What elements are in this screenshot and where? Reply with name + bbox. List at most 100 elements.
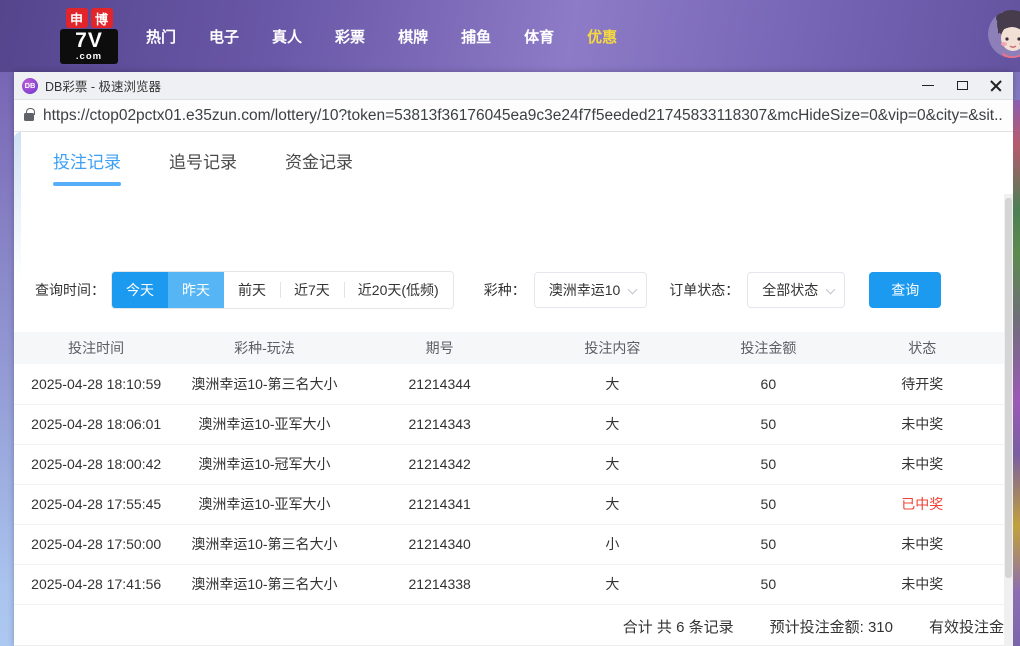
nav-item-fishing[interactable]: 捕鱼 — [461, 26, 491, 47]
cell-issue: 21214344 — [350, 364, 529, 405]
cell-status: 未中奖 — [840, 444, 1004, 485]
cell-issue: 21214342 — [350, 444, 529, 485]
query-button[interactable]: 查询 — [869, 272, 942, 308]
tab-chase-records[interactable]: 追号记录 — [164, 148, 242, 186]
nav-item-live[interactable]: 真人 — [272, 26, 302, 47]
logo-square-right: 博 — [90, 8, 113, 28]
cell-content: 大 — [528, 564, 697, 605]
vertical-scrollbar[interactable] — [1004, 194, 1013, 646]
cell-play: 澳洲幸运10-亚军大小 — [178, 404, 351, 445]
cell-time: 2025-04-28 17:41:56 — [14, 564, 179, 605]
cell-time: 2025-04-28 18:10:59 — [14, 364, 179, 405]
filter-row: 查询时间： 今天 昨天 前天 近7天 近20天(低频) 彩种： 澳洲幸运10 订… — [14, 270, 1013, 310]
cell-play: 澳洲幸运10-第三名大小 — [178, 524, 351, 565]
nav-item-cards[interactable]: 棋牌 — [398, 26, 428, 47]
cell-status: 待开奖 — [840, 364, 1004, 405]
browser-window-title: DB彩票 - 极速浏览器 — [45, 80, 161, 94]
tab-label: 投注记录 — [53, 153, 121, 172]
tab-active-underline — [53, 182, 121, 186]
table-summary: 合计 共 6 条记录 预计投注金额: 310 有效投注金 — [14, 608, 1004, 646]
browser-titlebar[interactable]: DB DB彩票 - 极速浏览器 — [14, 72, 1013, 100]
lottery-type-label: 彩种： — [483, 282, 526, 298]
tab-label: 资金记录 — [285, 153, 353, 172]
nav-item-sports[interactable]: 体育 — [524, 26, 554, 47]
cell-status: 未中奖 — [840, 564, 1004, 605]
logo-suffix-text: .com — [75, 51, 103, 62]
close-icon — [990, 80, 1002, 92]
cell-amount: 50 — [696, 404, 841, 445]
cell-time: 2025-04-28 18:00:42 — [14, 444, 179, 485]
tab-bet-records[interactable]: 投注记录 — [48, 148, 126, 186]
table-header-row: 投注时间 彩种-玩法 期号 投注内容 投注金额 状态 — [14, 332, 1004, 364]
summary-total-records: 合计 共 6 条记录 — [622, 619, 734, 636]
tab-underline — [285, 182, 353, 186]
browser-window: DB DB彩票 - 极速浏览器 https://ctop02pctx01.e35… — [14, 72, 1013, 646]
cell-status: 未中奖 — [840, 404, 1004, 445]
summary-valid-amount: 有效投注金 — [928, 619, 1004, 636]
table-row: 2025-04-28 17:55:45 澳洲幸运10-亚军大小 21214341… — [14, 484, 1004, 525]
cell-time: 2025-04-28 17:50:00 — [14, 524, 179, 565]
col-bet-content: 投注内容 — [528, 332, 697, 364]
browser-tab-favicon: DB — [22, 77, 38, 94]
table-row: 2025-04-28 18:00:42 澳洲幸运10-冠军大小 21214342… — [14, 444, 1004, 485]
maximize-icon — [956, 81, 968, 90]
query-time-label: 查询时间： — [35, 282, 105, 298]
maximize-button[interactable] — [945, 72, 979, 99]
cell-content: 大 — [528, 364, 697, 405]
cell-amount: 50 — [696, 524, 841, 565]
chevron-down-icon — [627, 284, 638, 295]
logo-main-text: 7V — [75, 29, 103, 52]
cell-play: 澳洲幸运10-第三名大小 — [178, 364, 351, 405]
cell-issue: 21214340 — [350, 524, 529, 565]
col-play-type: 彩种-玩法 — [178, 332, 351, 364]
nav-item-hot[interactable]: 热门 — [146, 26, 176, 47]
time-range-group: 今天 昨天 前天 近7天 近20天(低频) — [111, 271, 454, 309]
cell-play: 澳洲幸运10-第三名大小 — [178, 564, 351, 605]
tab-fund-records[interactable]: 资金记录 — [280, 148, 358, 186]
cell-content: 大 — [528, 404, 697, 445]
time-option-today[interactable]: 今天 — [112, 272, 168, 308]
cell-status: 未中奖 — [840, 524, 1004, 565]
main-nav: 热门 电子 真人 彩票 棋牌 捕鱼 体育 优惠 — [146, 26, 617, 47]
site-logo[interactable]: 申 博 7V .com — [60, 8, 118, 64]
time-option-20days[interactable]: 近20天(低频) — [343, 272, 453, 308]
site-header: 申 博 7V .com 热门 电子 真人 彩票 棋牌 捕鱼 体育 优惠 — [0, 0, 1020, 72]
time-option-7days[interactable]: 近7天 — [280, 272, 344, 308]
col-issue: 期号 — [350, 332, 529, 364]
lottery-type-select[interactable]: 澳洲幸运10 — [533, 272, 648, 308]
cell-amount: 50 — [696, 564, 841, 605]
url-address[interactable]: https://ctop02pctx01.e35zun.com/lottery/… — [43, 107, 1003, 125]
close-button[interactable] — [979, 72, 1013, 99]
cell-time: 2025-04-28 18:06:01 — [14, 404, 179, 445]
logo-black-box: 7V .com — [60, 29, 118, 64]
minimize-button[interactable] — [911, 72, 945, 99]
browser-urlbar[interactable]: https://ctop02pctx01.e35zun.com/lottery/… — [14, 100, 1013, 132]
scrollbar-thumb[interactable] — [1005, 198, 1012, 578]
table-row: 2025-04-28 17:41:56 澳洲幸运10-第三名大小 2121433… — [14, 564, 1004, 605]
time-option-yesterday[interactable]: 昨天 — [168, 272, 224, 308]
nav-item-slots[interactable]: 电子 — [209, 26, 239, 47]
cell-amount: 60 — [696, 364, 841, 405]
user-avatar[interactable] — [988, 10, 1020, 58]
col-bet-time: 投注时间 — [14, 332, 179, 364]
order-status-select[interactable]: 全部状态 — [747, 272, 846, 308]
record-tabs: 投注记录 追号记录 资金记录 — [48, 148, 358, 186]
lottery-type-value: 澳洲幸运10 — [548, 282, 621, 298]
tab-underline — [169, 182, 237, 186]
summary-expected-amount: 预计投注金额: 310 — [769, 619, 893, 636]
cell-issue: 21214341 — [350, 484, 529, 525]
cell-issue: 21214343 — [350, 404, 529, 445]
window-controls — [911, 72, 1013, 99]
time-option-daybefore[interactable]: 前天 — [224, 272, 280, 308]
cell-play: 澳洲幸运10-亚军大小 — [178, 484, 351, 525]
table-row: 2025-04-28 18:10:59 澳洲幸运10-第三名大小 2121434… — [14, 364, 1004, 405]
chevron-down-icon — [825, 284, 836, 295]
background-page-edge — [1013, 100, 1020, 646]
cell-time: 2025-04-28 17:55:45 — [14, 484, 179, 525]
nav-item-promo[interactable]: 优惠 — [587, 26, 617, 47]
nav-item-lottery[interactable]: 彩票 — [335, 26, 365, 47]
logo-squares: 申 博 — [65, 8, 113, 28]
order-status-value: 全部状态 — [762, 282, 819, 298]
col-bet-amount: 投注金额 — [696, 332, 841, 364]
cell-play: 澳洲幸运10-冠军大小 — [178, 444, 351, 485]
